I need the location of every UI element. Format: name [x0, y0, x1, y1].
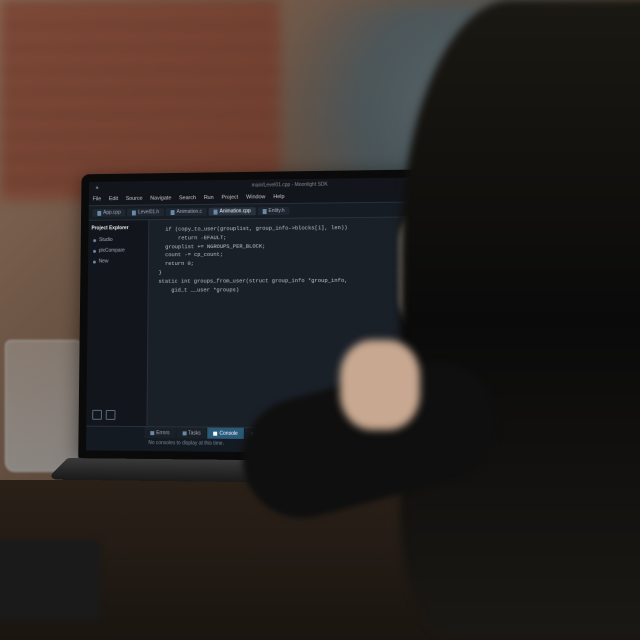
sidebar-item-label: plxCompare	[99, 248, 125, 254]
errors-icon	[150, 431, 154, 435]
menu-project[interactable]: Project	[221, 195, 238, 201]
menu-source[interactable]: Source	[126, 196, 143, 202]
tab-animation-c[interactable]: Animation.c	[166, 208, 207, 216]
sidebar-item-label: New	[99, 259, 109, 265]
file-icon	[214, 209, 218, 214]
menu-edit[interactable]: Edit	[109, 196, 118, 202]
tasks-icon	[182, 431, 186, 435]
project-explorer-panel: Project Explorer Studio plxCompare New	[86, 220, 149, 426]
list-view-icon[interactable]	[106, 410, 116, 420]
menu-search[interactable]: Search	[179, 195, 196, 201]
app-logo-icon: ▲	[95, 185, 100, 191]
bottom-tab-console[interactable]: Console	[208, 428, 244, 439]
person-silhouette	[400, 0, 640, 640]
window-title: main/Level01.cpp - Moonlight SDK	[252, 182, 328, 189]
file-icon	[263, 209, 267, 214]
tab-label: Level01.h	[138, 209, 159, 215]
sidebar-item-studio[interactable]: Studio	[91, 236, 145, 244]
external-keyboard	[0, 540, 100, 620]
console-icon	[214, 431, 218, 435]
folder-icon	[93, 260, 96, 263]
tab-label: Errors	[156, 430, 169, 436]
folder-icon	[93, 249, 96, 252]
menu-window[interactable]: Window	[246, 194, 265, 200]
sidebar-item-label: Studio	[99, 237, 113, 243]
file-icon	[132, 210, 136, 215]
grid-view-icon[interactable]	[92, 410, 102, 420]
background-brick-wall	[0, 0, 280, 200]
tab-entity-h[interactable]: Entity.h	[258, 207, 290, 215]
sidebar-item-new[interactable]: New	[91, 257, 145, 265]
code-line: gid_t __user *groups)	[158, 285, 419, 295]
tab-label: App.cpp	[103, 210, 121, 216]
tab-app-cpp[interactable]: App.cpp	[93, 209, 126, 217]
file-icon	[171, 210, 175, 215]
tab-animation-cpp[interactable]: Animation.cpp	[209, 207, 256, 215]
person-hand	[340, 340, 420, 430]
menu-help[interactable]: Help	[273, 194, 284, 200]
tab-label: Animation.cpp	[220, 208, 251, 214]
tab-label: Entity.h	[268, 208, 284, 214]
folder-icon	[93, 239, 96, 242]
menu-file[interactable]: File	[93, 196, 102, 202]
bottom-tab-tasks[interactable]: Tasks	[176, 427, 206, 438]
water-glass	[5, 340, 82, 472]
menu-run[interactable]: Run	[204, 195, 214, 201]
project-explorer-title: Project Explorer	[91, 223, 145, 233]
bottom-tab-errors[interactable]: Errors	[144, 427, 175, 438]
sidebar-item-plxcompare[interactable]: plxCompare	[91, 247, 145, 255]
tab-level01-h[interactable]: Level01.h	[127, 208, 163, 216]
tab-label: Animation.c	[177, 209, 202, 215]
tab-label: Tasks	[188, 430, 201, 436]
file-icon	[97, 210, 101, 215]
tab-label: Console	[220, 430, 238, 436]
menu-navigate[interactable]: Navigate	[150, 195, 171, 201]
